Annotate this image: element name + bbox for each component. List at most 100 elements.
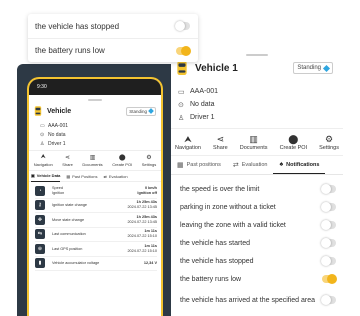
tab-evaluation[interactable]: ⇄ Evaluation <box>227 156 274 174</box>
key-icon: ⚷ <box>35 200 45 211</box>
notification-toggle[interactable] <box>322 274 337 284</box>
notification-label: the battery runs low <box>35 46 105 55</box>
notification-row[interactable]: the vehicle has arrived at the specified… <box>180 288 336 310</box>
navigation-button[interactable]: ⮝ Navigation <box>34 154 53 170</box>
plate-number: AAA-001 <box>48 122 69 129</box>
notifications-list: the speed is over the limit parking in z… <box>171 175 343 310</box>
location-pin-icon: ⬤ <box>118 155 126 161</box>
share-icon: ⋖ <box>65 155 71 161</box>
action-bar: ⮝ Navigation ⋖ Share ▥ Documents ⬤ Create PO… <box>29 150 161 171</box>
evaluation-icon: ⇄ <box>232 162 239 169</box>
drag-handle[interactable] <box>246 54 268 56</box>
list-item-label: Speed Ignition <box>52 185 65 195</box>
notification-label: leaving the zone with a valid ticket <box>180 221 286 229</box>
list-item: ⊕ Last GPS position 1m 11s 2024.07.22 15:… <box>35 242 157 257</box>
tab-past-positions[interactable]: ▦ Past positions <box>171 156 227 174</box>
list-item-label: Ignition state change <box>52 203 88 208</box>
notification-toggle[interactable] <box>176 45 191 56</box>
notification-toggle[interactable] <box>321 295 336 305</box>
tab-bar: ▦ Past positions ⇄ Evaluation ♠ Notificatio… <box>171 156 343 175</box>
notification-label: the vehicle has stopped <box>35 21 120 31</box>
notification-row[interactable]: parking in zone without a ticket <box>180 198 336 216</box>
notification-toggle[interactable] <box>175 21 190 31</box>
navigation-icon: ⮝ <box>40 154 46 160</box>
notification-row[interactable]: the vehicle has started <box>180 234 336 252</box>
share-button[interactable]: ⋖ Share <box>62 154 73 170</box>
share-button[interactable]: ⋖ Share <box>213 134 228 151</box>
documents-button[interactable]: ▥ Documents <box>82 154 102 170</box>
location-pin-icon: ⊙ <box>40 131 45 138</box>
notification-toggle[interactable] <box>321 202 336 212</box>
location-text: No data <box>190 101 215 108</box>
gear-icon: ⚙ <box>146 155 152 161</box>
notification-row[interactable]: the speed is over the limit <box>180 180 336 198</box>
plate-number: AAA-001 <box>190 88 219 95</box>
driver-icon: ♙ <box>178 114 185 122</box>
notification-row[interactable]: the vehicle has stopped <box>180 252 336 270</box>
notification-row[interactable]: leaving the zone with a valid ticket <box>180 216 336 234</box>
share-icon: ⋖ <box>216 133 225 144</box>
status-diamond-icon <box>148 108 154 114</box>
tab-evaluation[interactable]: ⇄ Evaluation <box>104 171 128 182</box>
battery-icon: ▮ <box>35 258 45 269</box>
vehicle-title: Vehicle <box>47 107 72 115</box>
create-poi-button[interactable]: ⬤ Create POI <box>280 134 308 151</box>
list-item: ✥ Move state change 1h 25m 43s 2024.07.22… <box>35 213 157 228</box>
navigation-button[interactable]: ⮝ Navigation <box>175 134 201 151</box>
car-icon <box>177 61 187 75</box>
notification-toggle[interactable] <box>321 184 336 194</box>
status-bar: 9:30 <box>29 79 161 95</box>
bell-icon: ♠ <box>279 161 284 168</box>
notification-row[interactable]: the battery runs low <box>28 38 198 62</box>
settings-button[interactable]: ⚙ Settings <box>319 134 339 151</box>
list-item-label: Vehicle accumulator voltage <box>52 261 100 266</box>
navigation-icon: ⮝ <box>184 133 192 144</box>
communication-icon: ⇆ <box>35 229 45 240</box>
history-icon: ▦ <box>177 162 184 169</box>
speedometer-icon: ◔ <box>35 185 45 196</box>
status-badge[interactable]: Standing <box>126 106 156 116</box>
notification-row[interactable]: the battery runs low <box>180 270 337 288</box>
documents-icon: ▥ <box>89 155 96 161</box>
history-icon: ▦ <box>66 173 71 179</box>
notification-label: the vehicle has started <box>180 239 251 247</box>
status-badge[interactable]: Standing <box>293 62 333 74</box>
tab-bar: ▣ Vehicle Data ▦ Past Positions ⇄ Evaluatio… <box>29 171 161 182</box>
location-pin-icon: ⬤ <box>288 133 299 144</box>
vehicle-data-list: ◔ Speed Ignition 0 km/h Ignition off ⚷ Ign… <box>29 182 161 271</box>
vehicle-info: ▭ AAA-001 ⊙ No data ♙ Driver 1 <box>171 78 343 124</box>
notification-toggle[interactable] <box>321 220 336 230</box>
gear-icon: ⚙ <box>324 133 334 144</box>
tab-notifications[interactable]: ♠ Notifications <box>273 156 326 174</box>
plate-icon: ▭ <box>40 122 45 129</box>
notification-label: parking in zone without a ticket <box>180 203 276 211</box>
list-item: ◔ Speed Ignition 0 km/h Ignition off <box>35 184 157 199</box>
notification-toggle[interactable] <box>321 256 336 266</box>
tab-vehicle-data[interactable]: ▣ Vehicle Data <box>31 171 61 182</box>
move-icon: ✥ <box>35 214 45 225</box>
car-icon: ▣ <box>31 173 35 178</box>
list-item: ⚷ Ignition state change 1h 25m 43s 2024.0… <box>35 199 157 213</box>
driver-name: Driver 1 <box>48 140 66 147</box>
vehicle-header: Vehicle Standing <box>29 101 161 117</box>
list-item: ▮ Vehicle accumulator voltage 12,34 V <box>35 257 157 271</box>
car-icon <box>34 106 42 116</box>
status-time: 9:30 <box>37 84 47 90</box>
documents-icon: ▥ <box>249 133 258 144</box>
settings-button[interactable]: ⚙ Settings <box>142 154 156 170</box>
notification-label: the speed is over the limit <box>180 185 260 193</box>
notification-label: the vehicle has stopped <box>180 257 254 265</box>
notification-popup-card: the vehicle has stopped the battery runs… <box>28 14 198 62</box>
tab-past-positions[interactable]: ▦ Past Positions <box>66 171 97 182</box>
list-item-label: Move state change <box>52 217 85 222</box>
documents-button[interactable]: ▥ Documents <box>240 134 268 151</box>
location-text: No data <box>48 131 66 138</box>
location-pin-icon: ⊙ <box>178 101 184 109</box>
vehicle-info: ▭ AAA-001 ⊙ No data ♙ Driver 1 <box>29 117 161 148</box>
create-poi-button[interactable]: ⬤ Create POI <box>112 154 132 170</box>
gps-icon: ⊕ <box>35 243 45 254</box>
notification-toggle[interactable] <box>321 238 336 248</box>
list-item-label: Last GPS position <box>52 246 83 251</box>
notification-label: the vehicle has arrived at the specified… <box>180 296 316 304</box>
notification-row[interactable]: the vehicle has stopped <box>28 14 198 38</box>
